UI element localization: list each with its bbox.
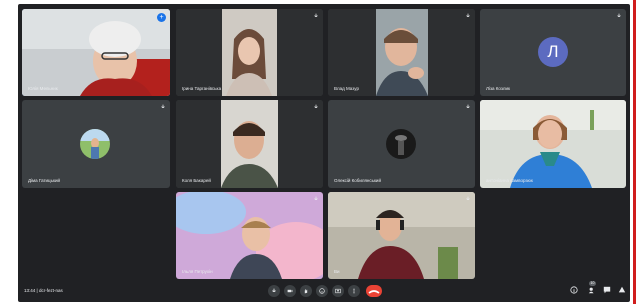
mic-icon [617, 13, 621, 17]
mic-icon [272, 288, 276, 292]
meeting-time: 13:44 [24, 288, 36, 293]
more-options-button[interactable] [348, 285, 360, 297]
participant-video [176, 9, 323, 96]
participant-tile[interactable]: Олексій Кобилянський [328, 100, 475, 188]
present-screen-button[interactable] [332, 285, 344, 297]
meeting-stage: + Юлія Мельник Ірина Тарганівська Влад М… [18, 4, 630, 302]
participant-tile[interactable]: Ви [328, 192, 475, 279]
avatar [80, 129, 110, 159]
participant-name: Влад Мазур [334, 86, 359, 91]
mic-icon [466, 104, 470, 108]
participant-video [328, 9, 475, 96]
participant-tile[interactable]: Ірина Тарганівська [176, 9, 323, 96]
meeting-controls-bar: 13:44 | dcr-fezt-nas 10 [18, 280, 630, 302]
people-icon[interactable] [588, 286, 596, 294]
hand-icon [304, 289, 308, 294]
mic-icon [314, 13, 318, 17]
participant-tile[interactable]: Л Ліза Козлик [480, 9, 626, 96]
participant-video [328, 192, 475, 279]
more-vert-icon [353, 288, 355, 294]
participant-name: Олексій Кобилянський [334, 178, 381, 183]
mic-icon [466, 13, 470, 17]
participant-tile[interactable]: Ільля Петрухін [176, 192, 323, 279]
participant-name: Ліза Козлик [486, 86, 510, 91]
participant-tile[interactable]: + Юлія Мельник [22, 9, 170, 96]
participant-name: Ірина Тарганівська [182, 86, 222, 91]
participant-tile[interactable]: антоніанна вамворзюк [480, 100, 626, 188]
mic-icon [466, 196, 470, 200]
participant-video [176, 192, 323, 279]
participant-name: Ільля Петрухін [182, 269, 213, 274]
mic-icon [161, 104, 165, 108]
info-icon[interactable] [570, 286, 578, 294]
mic-icon [314, 104, 318, 108]
participant-name: Юлія Мельник [28, 86, 58, 91]
meeting-info: 13:44 | dcr-fezt-nas [24, 288, 63, 293]
participant-video [22, 9, 170, 96]
end-call-button[interactable] [366, 285, 382, 297]
avatar: Л [538, 37, 568, 67]
separator: | [36, 288, 38, 293]
reactions-button[interactable] [316, 285, 328, 297]
microphone-button[interactable] [268, 285, 280, 297]
participant-video [480, 100, 626, 188]
participant-tile[interactable]: Влад Мазур [328, 9, 475, 96]
participant-name: Діма Гатицький [28, 178, 60, 183]
meeting-code: dcr-fezt-nas [38, 288, 63, 293]
participant-name: Ви [334, 269, 340, 274]
raise-hand-button[interactable] [300, 285, 312, 297]
end-call-icon [368, 290, 380, 294]
mic-icon [314, 196, 318, 200]
participant-name: Коля Бакарей [182, 178, 211, 183]
camera-icon [287, 289, 293, 293]
avatar [386, 129, 416, 159]
camera-button[interactable] [284, 285, 296, 297]
chat-icon[interactable] [603, 286, 611, 294]
present-icon [335, 288, 341, 294]
participant-video [176, 100, 323, 188]
participant-tile[interactable]: Коля Бакарей [176, 100, 323, 188]
participant-tile[interactable]: Діма Гатицький [22, 100, 170, 188]
activities-icon[interactable] [618, 286, 626, 294]
pin-icon[interactable]: + [157, 13, 166, 22]
participant-name: антоніанна вамворзюк [486, 178, 533, 183]
smiley-icon [319, 288, 325, 294]
